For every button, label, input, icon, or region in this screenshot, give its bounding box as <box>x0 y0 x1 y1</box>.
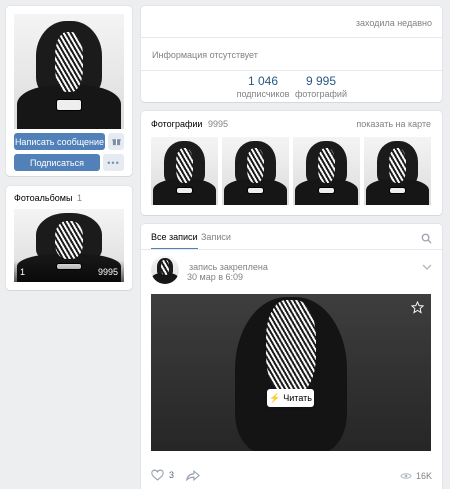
search-icon[interactable] <box>421 233 432 244</box>
heart-icon <box>151 469 164 481</box>
albums-header[interactable]: Фотоальбомы 1 <box>14 193 82 203</box>
photo-thumb[interactable] <box>293 137 360 205</box>
send-message-button[interactable]: Написать сообщение <box>14 133 105 150</box>
photo-thumb[interactable] <box>151 137 218 205</box>
photo-thumb[interactable] <box>364 137 431 205</box>
chevron-down-icon[interactable] <box>422 264 432 270</box>
profile-photo[interactable] <box>14 14 124 129</box>
share-icon[interactable] <box>186 470 200 481</box>
gift-icon <box>111 139 121 146</box>
stat-followers[interactable]: 1 046 подписчиков <box>233 74 293 99</box>
favorite-star-icon[interactable] <box>411 301 424 314</box>
eye-icon <box>400 473 412 479</box>
albums-card: Фотоальбомы 1 1 9995 <box>6 186 132 290</box>
albums-count: 1 <box>76 193 82 203</box>
info-card: заходила недавно Информация отсутствует … <box>141 6 442 102</box>
stat-photos[interactable]: 9 995 фотографий <box>291 74 351 99</box>
subscribe-button[interactable]: Подписаться <box>14 154 100 171</box>
lightning-icon: ⚡ <box>269 392 281 403</box>
followers-label: подписчиков <box>236 89 290 99</box>
views-count: 16K <box>415 471 432 481</box>
show-on-map-link[interactable]: показать на карте <box>356 119 431 129</box>
views: 16K <box>400 471 432 481</box>
albums-title: Фотоальбомы <box>14 193 73 203</box>
more-icon: ••• <box>107 157 120 168</box>
album-index: 1 <box>20 267 26 277</box>
photo-thumb[interactable] <box>222 137 289 205</box>
photos-header-count: 9995 <box>207 119 228 129</box>
more-button[interactable]: ••• <box>103 154 124 171</box>
post-image[interactable]: ⚡ Читать <box>151 294 431 451</box>
album-cover[interactable]: 1 9995 <box>14 209 124 282</box>
read-button-label: Читать <box>283 393 312 403</box>
album-photo-count: 9995 <box>97 267 118 277</box>
like-count: 3 <box>169 470 175 480</box>
gift-button[interactable] <box>108 133 124 150</box>
no-info-text: Информация отсутствует <box>152 50 258 60</box>
pinned-label: запись закреплена <box>189 262 268 272</box>
photos-count: 9 995 <box>305 74 337 88</box>
photos-header[interactable]: Фотографии 9995 <box>151 119 228 129</box>
photos-card: Фотографии 9995 показать на карте <box>141 111 442 215</box>
tab-all-posts[interactable]: Все записи <box>151 232 198 250</box>
read-button[interactable]: ⚡ Читать <box>267 389 314 407</box>
wall-card: Все записи Записи запись закреплена 30 м… <box>141 224 442 489</box>
like-button[interactable]: 3 <box>151 469 174 481</box>
tab-posts[interactable]: Записи <box>201 232 231 242</box>
profile-card: Написать сообщение Подписаться ••• <box>6 6 132 176</box>
avatar[interactable] <box>151 256 179 284</box>
photos-label: фотографий <box>295 89 347 99</box>
post-date[interactable]: 30 мар в 6:09 <box>187 272 243 282</box>
last-seen: заходила недавно <box>355 18 432 28</box>
followers-count: 1 046 <box>247 74 279 88</box>
photos-title: Фотографии <box>151 119 203 129</box>
